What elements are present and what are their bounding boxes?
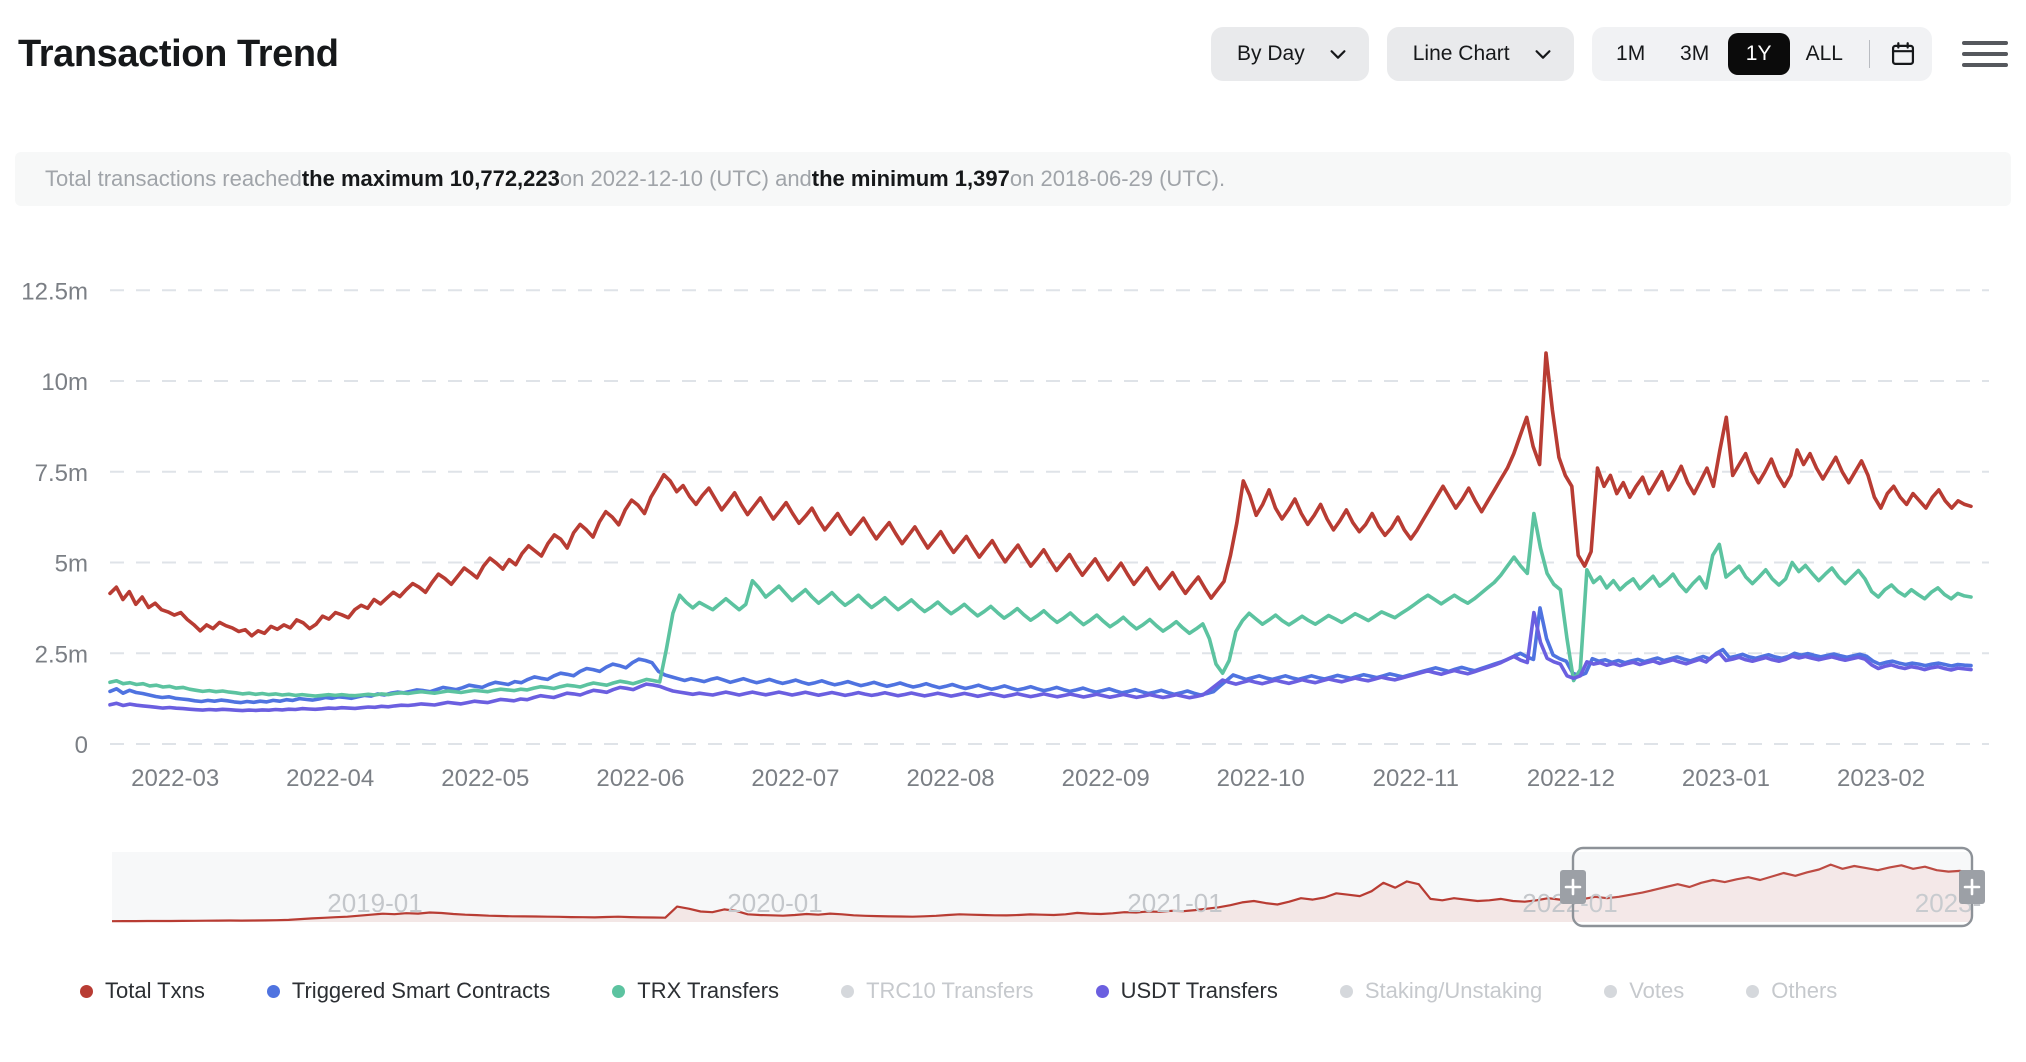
legend-item-label: TRX Transfers (637, 978, 779, 1004)
minimap-tick-label: 2019-01 (327, 888, 422, 918)
minimap-chart[interactable]: 2019-012020-012021-012022-012023- (0, 830, 2026, 940)
legend-item-label: Total Txns (105, 978, 205, 1004)
interval-select-label: By Day (1237, 42, 1305, 66)
legend-color-dot (80, 985, 93, 998)
y-axis-tick-label: 12.5m (21, 278, 88, 305)
legend-color-dot (612, 985, 625, 998)
chevron-down-icon (1532, 43, 1554, 65)
x-axis-tick-label: 2022-08 (907, 765, 995, 792)
brush-selection[interactable] (1573, 848, 1972, 926)
series-line-triggered-smart-contracts (110, 608, 1971, 703)
calendar-icon[interactable] (1882, 33, 1924, 75)
legend-item-label: Others (1771, 978, 1837, 1004)
x-axis-tick-label: 2022-03 (131, 765, 219, 792)
x-axis-tick-label: 2022-05 (441, 765, 529, 792)
legend-item-triggered-smart-contracts[interactable]: Triggered Smart Contracts (267, 978, 550, 1004)
range-button-all[interactable]: ALL (1792, 33, 1857, 75)
x-axis-tick-label: 2022-07 (751, 765, 839, 792)
banner-mid: on 2022-12-10 (UTC) and (560, 166, 812, 192)
y-axis-tick-label: 0 (75, 732, 88, 759)
chart-area[interactable]: 0 2.5m 5m 7.5m 10m 12.5m 2022-03 2022-04 2022-05… (0, 236, 2026, 822)
banner-maximum: the maximum 10,772,223 (302, 166, 560, 192)
transaction-trend-line-chart[interactable]: 0 2.5m 5m 7.5m 10m 12.5m 2022-03 2022-04 2022-05… (0, 236, 2026, 822)
banner-suffix: on 2018-06-29 (UTC). (1010, 166, 1225, 192)
y-axis-tick-label: 7.5m (35, 460, 88, 487)
legend-item-trc10-transfers[interactable]: TRC10 Transfers (841, 978, 1034, 1004)
x-axis-tick-label: 2023-02 (1837, 765, 1925, 792)
interval-select[interactable]: By Day (1211, 27, 1369, 81)
range-button-1y[interactable]: 1Y (1728, 33, 1790, 75)
chart-legend: Total Txns Triggered Smart Contracts TRX T… (80, 978, 1837, 1004)
legend-item-label: Triggered Smart Contracts (292, 978, 550, 1004)
hamburger-menu-icon[interactable] (1962, 31, 2008, 77)
series-line-trx-transfers (110, 514, 1971, 697)
y-axis-tick-label: 5m (55, 551, 88, 578)
chart-type-select-label: Line Chart (1413, 42, 1510, 66)
menu-bar (1962, 52, 2008, 56)
x-axis-tick-label: 2022-11 (1373, 765, 1459, 792)
legend-item-trx-transfers[interactable]: TRX Transfers (612, 978, 779, 1004)
x-axis-tick-label: 2022-06 (596, 765, 684, 792)
page-title: Transaction Trend (18, 33, 339, 76)
x-axis-tick-label: 2022-09 (1062, 765, 1150, 792)
series-line-total-txns (110, 353, 1971, 636)
legend-item-usdt-transfers[interactable]: USDT Transfers (1096, 978, 1278, 1004)
menu-bar (1962, 63, 2008, 67)
x-axis-tick-label: 2022-12 (1527, 765, 1615, 792)
minimap-brush[interactable]: 2019-012020-012021-012022-012023- (0, 830, 2026, 940)
range-button-1m[interactable]: 1M (1600, 33, 1662, 75)
range-button-group: 1M 3M 1Y ALL (1592, 27, 1932, 81)
summary-banner: Total transactions reached the maximum 1… (15, 152, 2011, 206)
range-button-3m[interactable]: 3M (1664, 33, 1726, 75)
legend-item-votes[interactable]: Votes (1604, 978, 1684, 1004)
y-axis-tick-label: 10m (41, 369, 88, 396)
legend-item-label: Staking/Unstaking (1365, 978, 1542, 1004)
banner-minimum: the minimum 1,397 (812, 166, 1010, 192)
divider (1869, 40, 1870, 68)
legend-color-dot (1746, 985, 1759, 998)
legend-color-dot (267, 985, 280, 998)
legend-color-dot (841, 985, 854, 998)
legend-item-label: Votes (1629, 978, 1684, 1004)
chevron-down-icon (1327, 43, 1349, 65)
legend-item-others[interactable]: Others (1746, 978, 1837, 1004)
brush-handle-left[interactable] (1560, 870, 1586, 904)
legend-item-label: TRC10 Transfers (866, 978, 1034, 1004)
minimap-tick-label: 2021-01 (1127, 888, 1222, 918)
banner-prefix: Total transactions reached (45, 166, 302, 192)
legend-item-total-txns[interactable]: Total Txns (80, 978, 205, 1004)
y-axis-tick-label: 2.5m (35, 641, 88, 668)
minimap-tick-label: 2020-01 (727, 888, 822, 918)
legend-item-staking-unstaking[interactable]: Staking/Unstaking (1340, 978, 1542, 1004)
legend-item-label: USDT Transfers (1121, 978, 1278, 1004)
legend-color-dot (1340, 985, 1353, 998)
chart-type-select[interactable]: Line Chart (1387, 27, 1574, 81)
x-axis-tick-label: 2022-04 (286, 765, 374, 792)
x-axis-tick-label: 2023-01 (1682, 765, 1770, 792)
menu-bar (1962, 41, 2008, 45)
legend-color-dot (1096, 985, 1109, 998)
legend-color-dot (1604, 985, 1617, 998)
header-controls: By Day Line Chart 1M 3M 1Y ALL (1211, 27, 2008, 81)
page-header: Transaction Trend By Day Line Chart 1M 3… (0, 0, 2026, 108)
transaction-trend-page: Transaction Trend By Day Line Chart 1M 3… (0, 0, 2026, 1062)
brush-handle-right[interactable] (1959, 870, 1985, 904)
x-axis-tick-label: 2022-10 (1217, 765, 1305, 792)
